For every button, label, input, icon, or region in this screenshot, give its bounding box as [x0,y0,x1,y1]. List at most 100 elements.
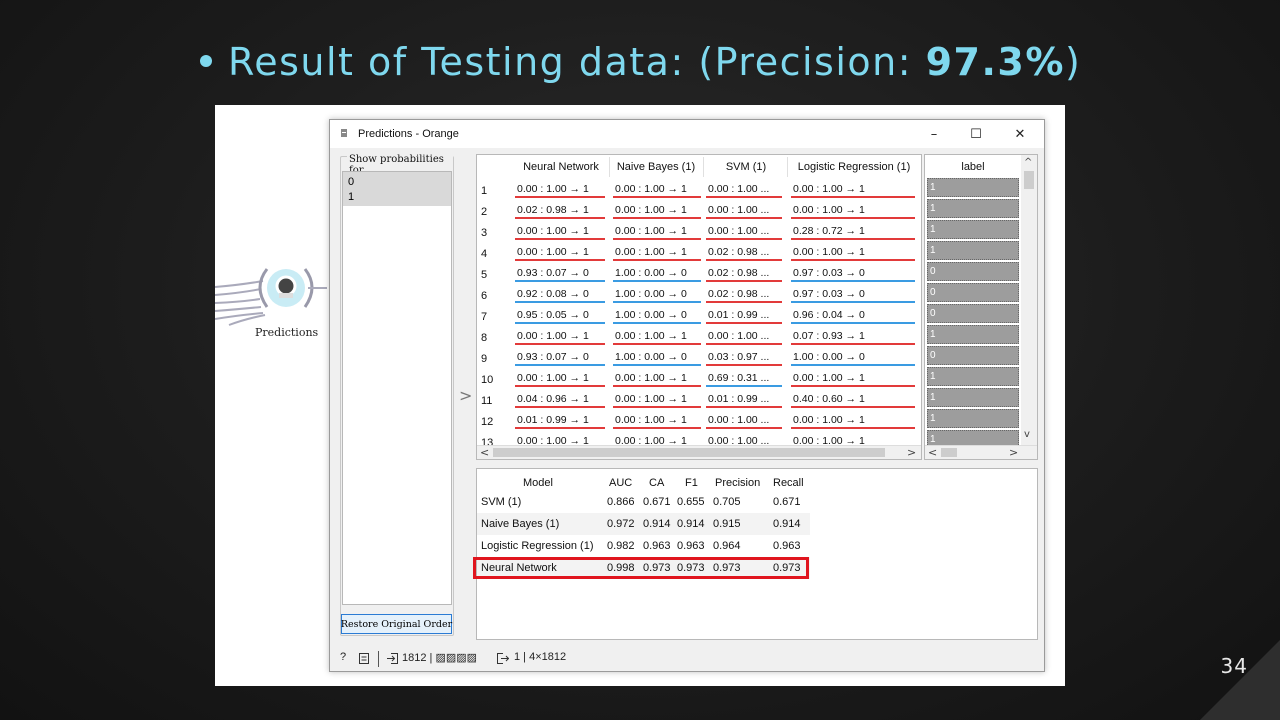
scroll-right-icon[interactable]: > [1009,446,1018,459]
prediction-cell: 0.01 : 0.99 ... [708,309,770,321]
prediction-cell: 0.97 : 0.03 → 0 [793,267,865,279]
scroll-right-icon[interactable]: > [907,446,916,459]
maximize-button[interactable]: ☐ [956,120,996,148]
scroll-down-icon[interactable]: v [1024,429,1030,440]
minimize-button[interactable]: – [914,120,954,148]
header-divider [703,157,704,177]
probabilities-listbox[interactable]: 0 1 [342,171,452,605]
score-model-name: Logistic Regression (1) [481,540,594,552]
prediction-cell: 0.00 : 1.00 → 1 [615,372,687,384]
prediction-cell: 0.00 : 1.00 → 1 [615,414,687,426]
table-row[interactable]: 3 0.00 : 1.00 → 1 0.00 : 1.00 → 1 0.00 : 1.… [477,220,921,241]
score-row[interactable]: SVM (1) 0.866 0.671 0.655 0.705 0.671 [477,491,810,513]
table-row[interactable]: 5 0.93 : 0.07 → 0 1.00 : 0.00 → 0 0.02 : 0.… [477,262,921,283]
title-suffix: ) [1064,40,1082,84]
score-value: 0.914 [773,518,801,530]
class-color-bar [515,406,605,408]
prediction-cell: 1.00 : 0.00 → 0 [615,351,687,363]
help-icon[interactable]: ? [340,651,346,663]
prediction-cell: 0.04 : 0.96 → 1 [517,393,589,405]
widget-label: Predictions [255,326,319,339]
close-button[interactable]: ✕ [1000,120,1040,148]
col-neural-network[interactable]: Neural Network [515,161,607,173]
prediction-cell: 0.07 : 0.93 → 1 [793,330,865,342]
table-row[interactable]: 11 0.04 : 0.96 → 1 0.00 : 1.00 → 1 0.01 : 0… [477,388,921,409]
prediction-cell: 0.00 : 1.00 → 1 [517,330,589,342]
col-naive-bayes[interactable]: Naive Bayes (1) [611,161,701,173]
class-color-bar [613,238,701,240]
class-color-bar [706,427,782,429]
table-row[interactable]: 4 0.00 : 1.00 → 1 0.00 : 1.00 → 1 0.02 : 0.… [477,241,921,262]
table-row[interactable]: 1 0.00 : 1.00 → 1 0.00 : 1.00 → 1 0.00 : 1.… [477,178,921,199]
table-row[interactable]: 2 0.02 : 0.98 → 1 0.00 : 1.00 → 1 0.00 : 1.… [477,199,921,220]
score-value: 0.963 [643,540,671,552]
row-number: 2 [481,206,488,218]
label-value: 0 [930,308,936,319]
score-col-ca[interactable]: CA [649,477,664,489]
row-number: 10 [481,374,494,386]
table-row[interactable]: 8 0.00 : 1.00 → 1 0.00 : 1.00 → 1 0.00 : 1.… [477,325,921,346]
probabilities-panel: Show probabilities for 0 1 [340,154,454,636]
prediction-cell: 1.00 : 0.00 → 0 [793,351,865,363]
table-row[interactable]: 9 0.93 : 0.07 → 0 1.00 : 0.00 → 0 0.03 : 0.… [477,346,921,367]
score-row[interactable]: Logistic Regression (1) 0.982 0.963 0.963 0.… [477,535,810,557]
prediction-cell: 0.69 : 0.31 ... [708,372,770,384]
restore-original-order-button[interactable]: Restore Original Order [341,614,452,634]
class-color-bar [613,217,701,219]
class-color-bar [791,280,915,282]
scroll-left-icon[interactable]: < [928,446,937,459]
col-logistic-regression[interactable]: Logistic Regression (1) [789,161,919,173]
titlebar[interactable]: Predictions - Orange – ☐ ✕ [330,120,1044,148]
score-value: 0.655 [677,496,705,508]
table-row[interactable]: 7 0.95 : 0.05 → 0 1.00 : 0.00 → 0 0.01 : 0.… [477,304,921,325]
score-col-auc[interactable]: AUC [609,477,632,489]
class-color-bar [613,364,701,366]
window-title: Predictions - Orange [358,128,459,140]
col-svm[interactable]: SVM (1) [705,161,787,173]
prediction-cell: 0.00 : 1.00 → 1 [615,183,687,195]
prediction-cell: 0.00 : 1.00 → 1 [615,246,687,258]
score-row[interactable]: Naive Bayes (1) 0.972 0.914 0.914 0.915 0.914 [477,513,810,535]
table-row[interactable]: 12 0.01 : 0.99 → 1 0.00 : 1.00 → 1 0.00 : 1… [477,409,921,430]
table-row[interactable]: 10 0.00 : 1.00 → 1 0.00 : 1.00 → 1 0.69 : 0… [477,367,921,388]
prediction-cell: 0.01 : 0.99 → 1 [517,414,589,426]
class-color-bar [791,196,915,198]
class-color-bar [706,322,782,324]
horizontal-scrollbar[interactable]: < > [477,445,921,459]
scroll-thumb[interactable] [941,448,957,457]
class-color-bar [515,343,605,345]
class-color-bar [791,427,915,429]
splitter-chevron-icon[interactable]: > [459,386,472,405]
class-color-bar [791,238,915,240]
score-col-f1[interactable]: F1 [685,477,698,489]
scroll-up-icon[interactable]: ^ [1024,157,1032,168]
score-col-precision[interactable]: Precision [715,477,760,489]
class-color-bar [706,196,782,198]
score-col-recall[interactable]: Recall [773,477,804,489]
label-cell: 0 [927,346,1019,365]
scroll-thumb[interactable] [493,448,885,457]
label-cell: 1 [927,409,1019,428]
label-horizontal-scrollbar[interactable]: < > [925,445,1037,459]
class-color-bar [706,343,782,345]
score-col-model[interactable]: Model [523,477,553,489]
option-0[interactable]: 0 [348,176,354,188]
predictions-widget[interactable] [215,255,327,365]
col-label[interactable]: label [925,161,1021,173]
prediction-cell: 0.00 : 1.00 ... [708,330,770,342]
prediction-cell: 0.92 : 0.08 → 0 [517,288,589,300]
scroll-thumb[interactable] [1024,171,1034,189]
prediction-cell: 0.00 : 1.00 ... [708,414,770,426]
vertical-scrollbar[interactable]: ^ v [1021,155,1037,445]
class-color-bar [613,427,701,429]
table-row[interactable]: 6 0.92 : 0.08 → 0 1.00 : 0.00 → 0 0.02 : 0.… [477,283,921,304]
option-1[interactable]: 1 [348,191,354,203]
prediction-cell: 0.03 : 0.97 ... [708,351,770,363]
scroll-left-icon[interactable]: < [480,446,489,459]
report-icon[interactable] [358,652,370,665]
class-color-bar [613,301,701,303]
prediction-cell: 1.00 : 0.00 → 0 [615,309,687,321]
score-model-name: SVM (1) [481,496,522,508]
class-color-bar [791,364,915,366]
prediction-cell: 0.02 : 0.98 → 1 [517,204,589,216]
